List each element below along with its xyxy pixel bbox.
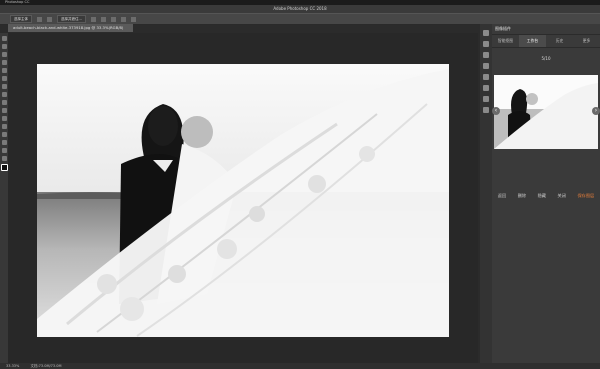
document-tab-title: adult-beach-black-and-white-373918.jpg @…	[13, 25, 124, 30]
collapsed-panel-strip	[480, 24, 492, 369]
document-tab[interactable]: adult-beach-black-and-white-373918.jpg @…	[8, 24, 133, 32]
align-icon[interactable]	[90, 16, 96, 22]
mode-icon[interactable]	[47, 16, 52, 22]
panel-header: 图像插件	[492, 24, 600, 35]
eraser-tool-icon[interactable]	[1, 116, 7, 121]
document-size: 文档:73.0M/73.0M	[30, 364, 62, 368]
window-title: Adobe Photoshop CC 2018	[273, 6, 327, 11]
tab-workbench[interactable]: 工作台	[519, 35, 546, 47]
panel-tabs: 智能抠图 工作台 历史 更多	[492, 35, 600, 48]
app-menu-name[interactable]: Photoshop CC	[5, 0, 29, 4]
previous-arrow-icon[interactable]: ‹	[492, 107, 500, 115]
align-icon[interactable]	[110, 16, 116, 22]
quick-select-tool-icon[interactable]	[1, 60, 7, 65]
eyedropper-tool-icon[interactable]	[1, 76, 7, 81]
plugin-panel: 图像插件 智能抠图 工作台 历史 更多 5/10 ‹ › 返回 删除 隐藏 关闭…	[492, 24, 600, 363]
save-layer-button[interactable]: 保存图层	[577, 193, 594, 199]
tools-panel	[0, 33, 8, 366]
tab-more[interactable]: 更多	[573, 35, 600, 47]
play-icon[interactable]	[483, 41, 489, 47]
select-subject-button[interactable]: 选择主体	[10, 15, 32, 23]
close-button[interactable]: 关闭	[558, 193, 566, 199]
select-and-mask-button[interactable]: 选择并遮住...	[57, 15, 86, 23]
plugin-icon[interactable]	[483, 107, 489, 113]
preview-thumbnail[interactable]	[494, 75, 598, 149]
history-icon[interactable]	[483, 30, 489, 36]
character-icon[interactable]	[483, 74, 489, 80]
back-button[interactable]: 返回	[498, 193, 506, 199]
hand-tool-icon[interactable]	[1, 148, 7, 153]
foreground-color-swatch[interactable]	[0, 164, 8, 171]
hide-button[interactable]: 隐藏	[538, 193, 546, 199]
tab-history[interactable]: 历史	[546, 35, 573, 47]
healing-tool-icon[interactable]	[1, 84, 7, 89]
paragraph-icon[interactable]	[483, 85, 489, 91]
text-tool-icon[interactable]	[1, 140, 7, 145]
stamp-tool-icon[interactable]	[1, 100, 7, 105]
distribute-icon[interactable]	[120, 16, 126, 22]
window-title-bar: Adobe Photoshop CC 2018	[0, 5, 600, 13]
mode-icon[interactable]	[37, 16, 42, 22]
document-photo[interactable]	[37, 64, 449, 337]
distribute-icon[interactable]	[130, 16, 136, 22]
brush-tool-icon[interactable]	[1, 92, 7, 97]
align-icon[interactable]	[100, 16, 106, 22]
crop-tool-icon[interactable]	[1, 68, 7, 73]
panel-actions: 返回 删除 隐藏 关闭 保存图层	[492, 193, 600, 199]
pen-tool-icon[interactable]	[1, 132, 7, 137]
zoom-tool-icon[interactable]	[1, 156, 7, 161]
brush-settings-icon[interactable]	[483, 52, 489, 58]
photo-image	[37, 64, 449, 337]
next-arrow-icon[interactable]: ›	[592, 107, 600, 115]
tab-smart-cutout[interactable]: 智能抠图	[492, 35, 519, 47]
image-counter: 5/10	[541, 56, 551, 61]
zoom-level[interactable]: 33.33%	[6, 364, 19, 368]
delete-button[interactable]: 删除	[518, 193, 526, 199]
move-tool-icon[interactable]	[1, 36, 7, 41]
preview-image	[494, 75, 598, 149]
gradient-tool-icon[interactable]	[1, 124, 7, 129]
clone-source-icon[interactable]	[483, 63, 489, 69]
status-bar: 33.33% 文档:73.0M/73.0M	[0, 363, 600, 369]
lasso-tool-icon[interactable]	[1, 52, 7, 57]
history-brush-tool-icon[interactable]	[1, 108, 7, 113]
preview-carousel: ‹ ›	[492, 75, 600, 149]
marquee-tool-icon[interactable]	[1, 44, 7, 49]
properties-icon[interactable]	[483, 96, 489, 102]
